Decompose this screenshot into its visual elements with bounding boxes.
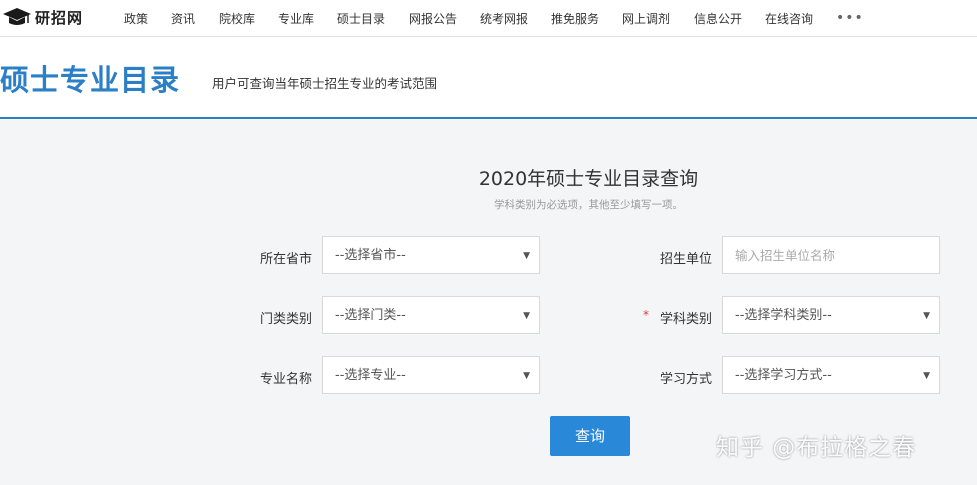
study-mode-select-value: --选择学习方式-- [735,368,832,383]
nav-item-schools[interactable]: 院校库 [219,10,255,27]
form-title-text: 2020年硕士专业目录查询 [478,168,699,190]
site-logo[interactable]: 研招网 [2,6,83,28]
nav-item-registration-notice[interactable]: 网报公告 [409,10,457,27]
category-label: 门类类别 [259,312,312,327]
nav-item-majors[interactable]: 专业库 [278,10,314,27]
search-button[interactable]: 查询 [550,416,630,456]
major-select[interactable]: --选择专业-- ▼ [322,356,540,394]
nav-item-adjustment[interactable]: 网上调剂 [622,10,670,27]
caret-down-icon: ▼ [923,311,930,321]
subject-select[interactable]: --选择学科类别-- ▼ [722,296,940,334]
nav-item-policy[interactable]: 政策 [124,10,148,27]
watermark: 知乎 @布拉格之春 [716,435,917,461]
category-select-value: --选择门类-- [335,308,406,323]
province-select[interactable]: --选择省市-- ▼ [322,236,540,274]
study-mode-label: 学习方式 [659,372,712,387]
caret-down-icon: ▼ [523,251,530,261]
major-select-value: --选择专业-- [335,368,406,383]
caret-down-icon: ▼ [523,311,530,321]
page-subtitle: 用户可查询当年硕士招生专业的考试范围 [212,76,438,91]
major-label: 专业名称 [259,372,312,387]
caret-down-icon: ▼ [923,371,930,381]
nav-item-consult[interactable]: 在线咨询 [765,10,813,27]
school-label: 招生单位 [659,252,712,267]
school-input-placeholder: 输入招生单位名称 [735,248,836,263]
province-label: 所在省市 [259,252,312,267]
nav-item-news[interactable]: 资讯 [171,10,195,27]
nav-item-recommendation[interactable]: 推免服务 [551,10,599,27]
top-navigation-bar: 研招网 政策 资讯 院校库 专业库 硕士目录 网报公告 统考网报 推免服务 网上… [0,0,977,37]
province-select-value: --选择省市-- [335,248,406,263]
logo-text: 研招网 [35,8,84,27]
category-select[interactable]: --选择门类-- ▼ [322,296,540,334]
subject-label: 学科类别 [659,312,712,327]
page-header: 硕士专业目录 用户可查询当年硕士招生专业的考试范围 [0,37,977,119]
nav-item-exam-registration[interactable]: 统考网报 [480,10,528,27]
subject-select-value: --选择学科类别-- [735,308,832,323]
nav-item-master-catalog[interactable]: 硕士目录 [337,10,385,27]
school-input[interactable]: 输入招生单位名称 [722,236,940,274]
nav-item-disclosure[interactable]: 信息公开 [694,10,742,27]
study-mode-select[interactable]: --选择学习方式-- ▼ [722,356,940,394]
graduation-cap-icon [2,7,32,27]
more-icon[interactable]: ••• [836,10,864,26]
caret-down-icon: ▼ [523,371,530,381]
page-title: 硕士专业目录 [0,63,181,97]
form-note: 学科类别为必选项，其他至少填写一项。 [494,199,683,211]
form-title: 2020年硕士专业目录查询 [0,164,977,191]
